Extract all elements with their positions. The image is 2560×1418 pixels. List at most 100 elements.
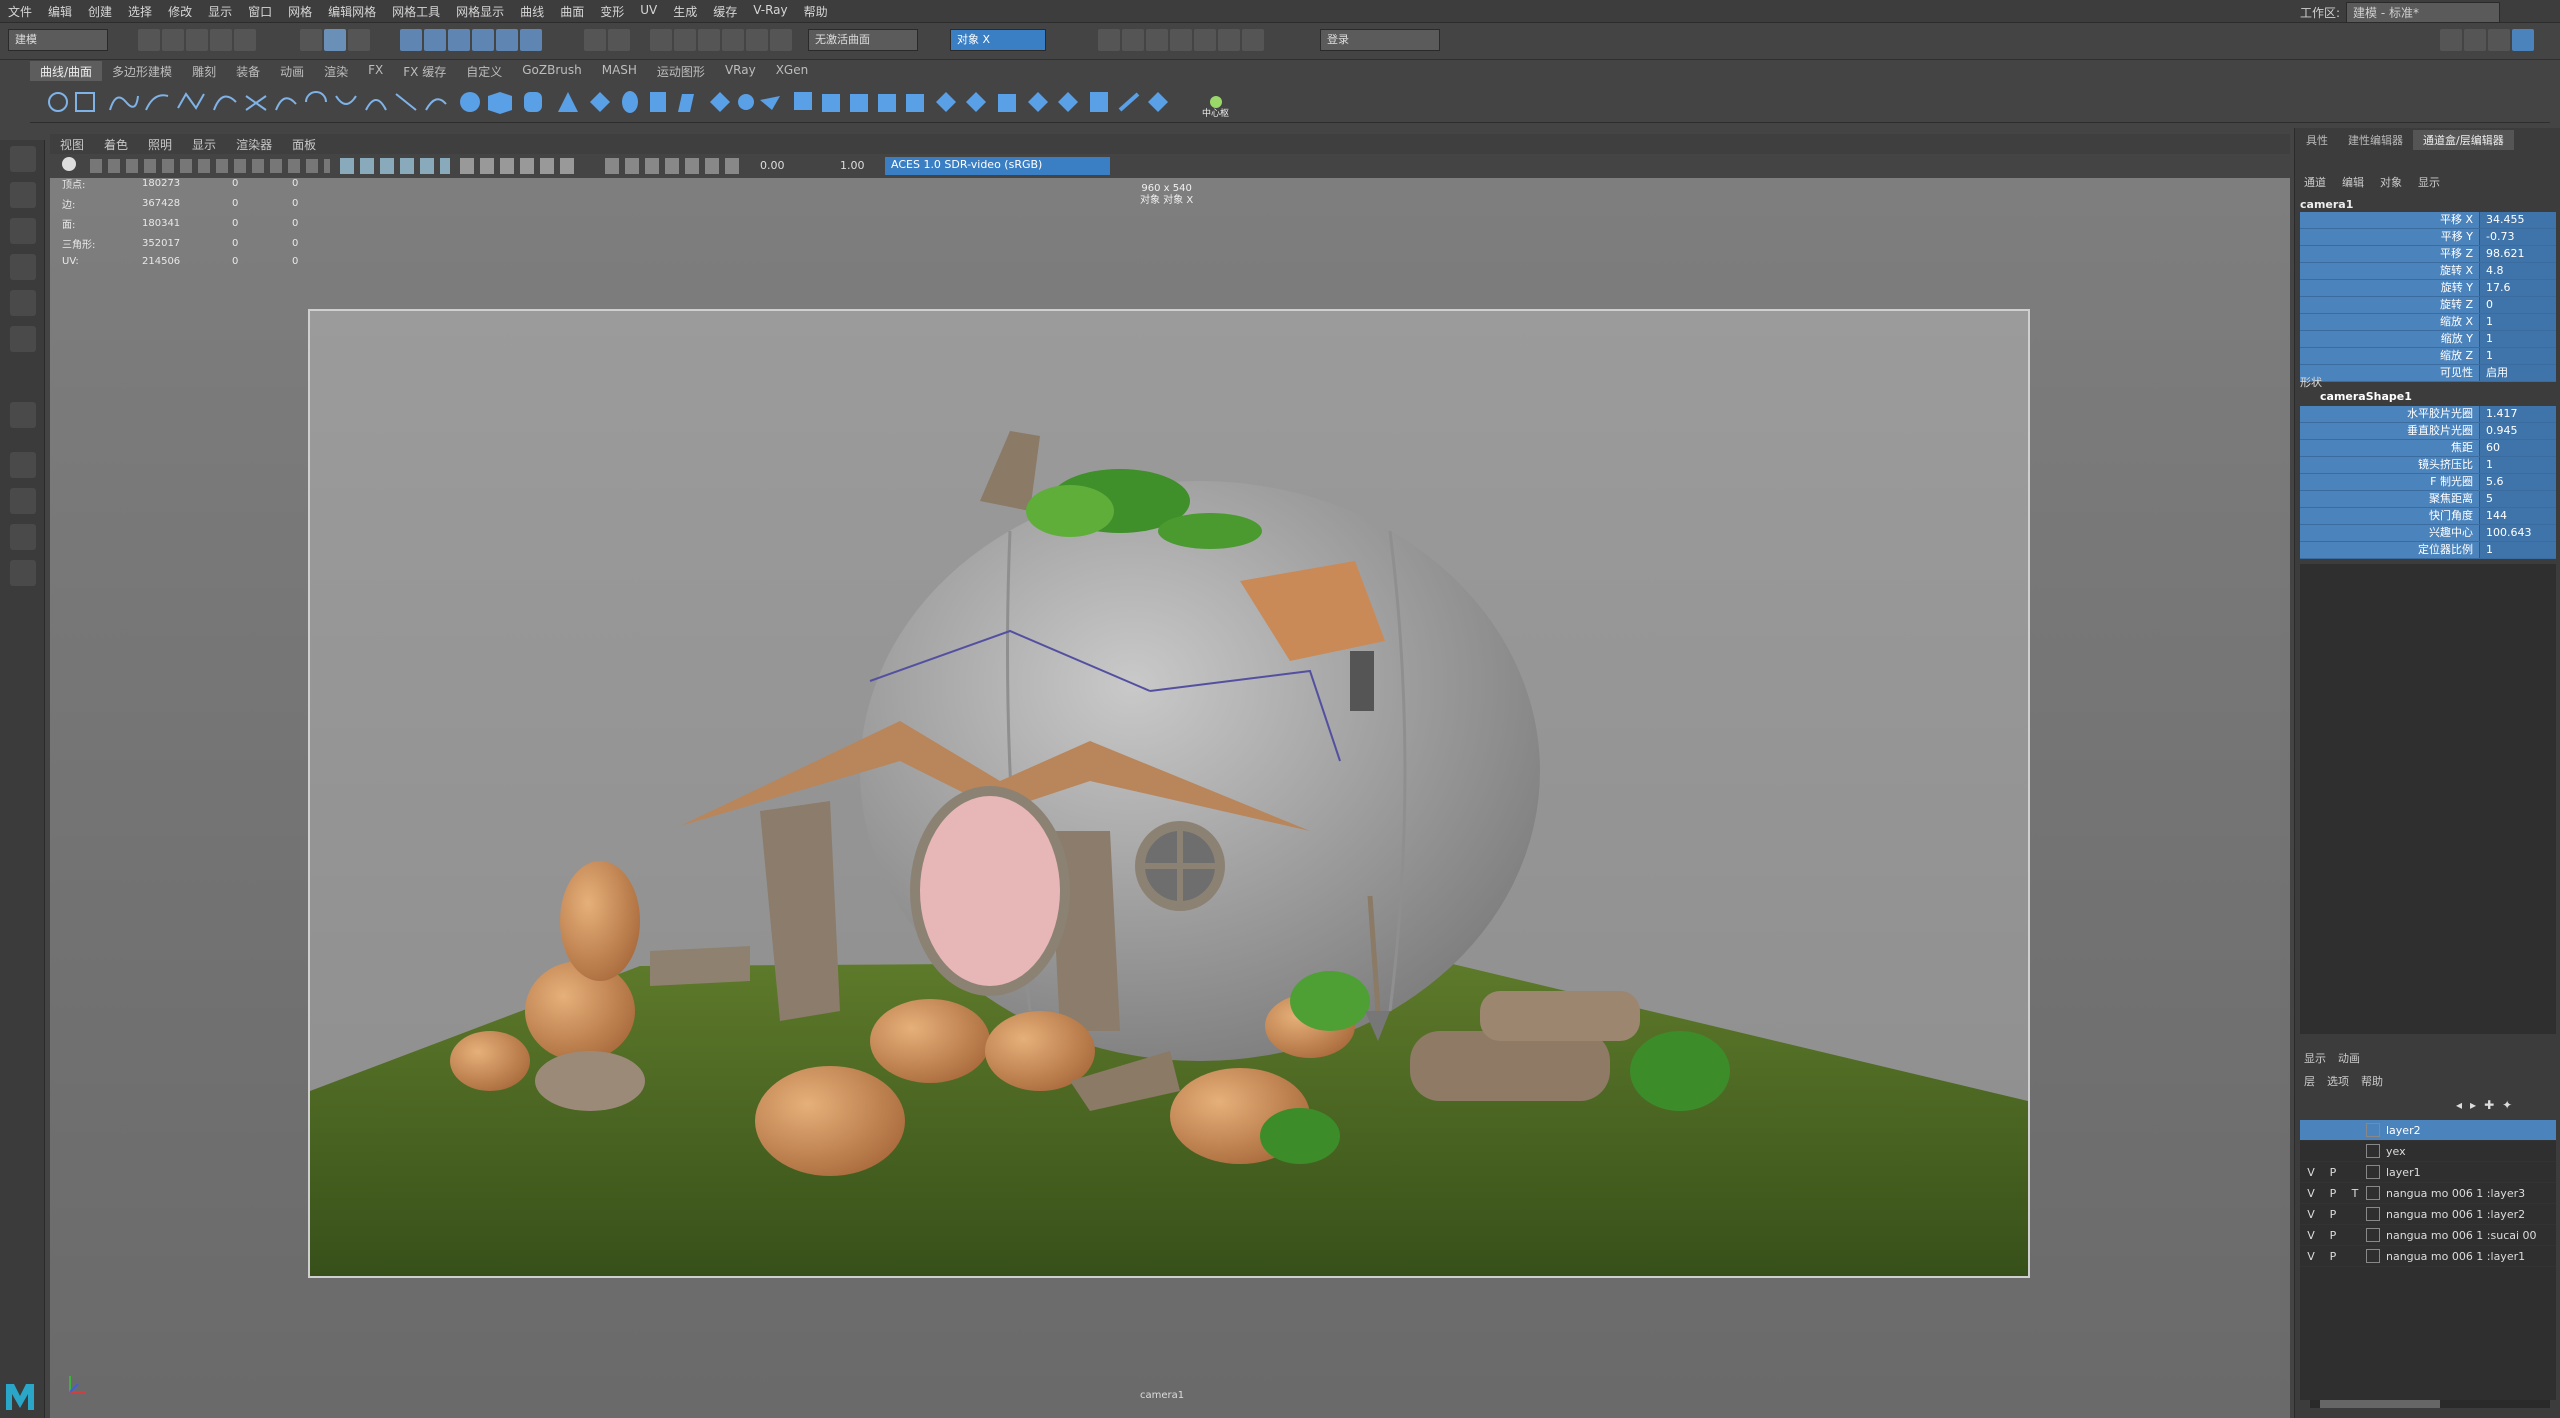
menu-item[interactable]: 网格 xyxy=(280,3,320,20)
channel-label[interactable]: 旋转 Y xyxy=(2300,280,2479,296)
channel-box-menu-item[interactable]: 编辑 xyxy=(2342,174,2364,190)
channel-label[interactable]: 缩放 Y xyxy=(2300,331,2479,347)
gamma-field[interactable]: 1.00 xyxy=(840,159,865,172)
login-dropdown[interactable]: 登录 xyxy=(1320,29,1440,51)
snap-view-icon[interactable] xyxy=(472,29,494,51)
channel-value[interactable]: 0 xyxy=(2479,297,2556,313)
persp-outliner-icon[interactable] xyxy=(10,524,36,550)
menu-item[interactable]: 文件 xyxy=(0,3,40,20)
layer-row[interactable]: yex xyxy=(2300,1141,2556,1162)
channel-value[interactable]: -0.73 xyxy=(2479,229,2556,245)
panel-menu-item[interactable]: 视图 xyxy=(50,136,94,153)
channel-value[interactable]: 34.455 xyxy=(2479,212,2556,228)
shelf-tab[interactable]: GoZBrush xyxy=(512,61,592,81)
channel-value[interactable]: 1 xyxy=(2479,314,2556,330)
scale-tool-icon[interactable] xyxy=(10,326,36,352)
outliner-icon[interactable] xyxy=(10,560,36,586)
panel-menu-item[interactable]: 渲染器 xyxy=(226,136,282,153)
hypershade-icon[interactable] xyxy=(1194,29,1216,51)
channel-value[interactable]: 启用 xyxy=(2479,365,2556,381)
move-layer-up-icon[interactable]: ◂ xyxy=(2456,1098,2462,1112)
layer-color-swatch[interactable] xyxy=(2366,1207,2380,1221)
menu-item[interactable]: 网格显示 xyxy=(448,3,512,20)
shelf-tab[interactable]: 曲线/曲面 xyxy=(30,61,103,81)
construction-history-icon[interactable] xyxy=(650,29,672,51)
channel-row[interactable]: 焦距 60 xyxy=(2300,440,2556,457)
layer-color-swatch[interactable] xyxy=(2366,1144,2380,1158)
render-sequence-icon[interactable] xyxy=(1122,29,1144,51)
layer-color-swatch[interactable] xyxy=(2366,1228,2380,1242)
channel-row[interactable]: 聚焦距离 5 xyxy=(2300,491,2556,508)
layer-playback-toggle[interactable]: P xyxy=(2322,1187,2344,1200)
channel-label[interactable]: 平移 Y xyxy=(2300,229,2479,245)
channel-value[interactable]: 1 xyxy=(2479,542,2556,558)
attribute-editor-icon[interactable] xyxy=(2464,29,2486,51)
layer-color-swatch[interactable] xyxy=(2366,1165,2380,1179)
shelf-tab[interactable]: 动画 xyxy=(270,61,314,81)
menu-set-dropdown[interactable]: 建模 xyxy=(8,29,108,51)
menu-item[interactable]: UV xyxy=(632,3,665,20)
modeling-toolkit-icon[interactable] xyxy=(2440,29,2462,51)
menu-item[interactable]: 编辑 xyxy=(40,3,80,20)
menu-item[interactable]: 选择 xyxy=(120,3,160,20)
input-ops-icon[interactable] xyxy=(608,29,630,51)
layer-type-toggle[interactable]: T xyxy=(2344,1187,2366,1200)
tool-settings-icon[interactable] xyxy=(2488,29,2510,51)
link-icon[interactable] xyxy=(746,29,768,51)
paint-select-icon[interactable] xyxy=(10,218,36,244)
channel-value[interactable]: 5 xyxy=(2479,491,2556,507)
channel-row[interactable]: 旋转 X 4.8 xyxy=(2300,263,2556,280)
layer-playback-toggle[interactable]: P xyxy=(2322,1250,2344,1263)
layer-visibility-toggle[interactable]: V xyxy=(2300,1229,2322,1242)
channel-label[interactable]: 旋转 Z xyxy=(2300,297,2479,313)
layer-row[interactable]: V Pnangua mo 006 1 :layer1 xyxy=(2300,1246,2556,1267)
channel-box-tab[interactable]: 建性编辑器 xyxy=(2338,130,2413,150)
channel-value[interactable]: 1 xyxy=(2479,348,2556,364)
layer-row[interactable]: V Pnangua mo 006 1 :sucai 00 xyxy=(2300,1225,2556,1246)
unlink-icon[interactable] xyxy=(770,29,792,51)
channel-row[interactable]: 定位器比例 1 xyxy=(2300,542,2556,559)
color-space-dropdown[interactable]: ACES 1.0 SDR-video (sRGB) xyxy=(885,157,1110,175)
last-tool-icon[interactable] xyxy=(10,402,36,428)
move-tool-icon[interactable] xyxy=(10,254,36,280)
channel-label[interactable]: 缩放 Z xyxy=(2300,348,2479,364)
channel-label[interactable]: 镜头挤压比 xyxy=(2300,457,2479,473)
channel-row[interactable]: 垂直胶片光圈 0.945 xyxy=(2300,423,2556,440)
snap-curve-icon[interactable] xyxy=(424,29,446,51)
ipr-render-icon[interactable] xyxy=(1146,29,1168,51)
layer-editor-menu-item[interactable]: 帮助 xyxy=(2361,1073,2383,1089)
channel-row[interactable]: 旋转 Z0 xyxy=(2300,297,2556,314)
menu-item[interactable]: 曲面 xyxy=(552,3,592,20)
channel-label[interactable]: 旋转 X xyxy=(2300,263,2479,279)
shelf-tab[interactable]: VRay xyxy=(715,61,766,81)
undo-icon[interactable] xyxy=(210,29,232,51)
exposure-field[interactable]: 0.00 xyxy=(760,159,785,172)
select-camera-icon[interactable] xyxy=(62,157,76,171)
channel-row[interactable]: 兴趣中心 100.643 xyxy=(2300,525,2556,542)
channel-row[interactable]: 平移 Z 98.621 xyxy=(2300,246,2556,263)
channel-value[interactable]: 60 xyxy=(2479,440,2556,456)
channel-row[interactable]: F 制光圈 5.6 xyxy=(2300,474,2556,491)
menu-item[interactable]: V-Ray xyxy=(745,3,795,20)
layer-playback-toggle[interactable]: P xyxy=(2322,1229,2344,1242)
layer-row[interactable]: V Pnangua mo 006 1 :layer2 xyxy=(2300,1204,2556,1225)
scroll-thumb[interactable] xyxy=(2320,1400,2440,1408)
snap-point-icon[interactable] xyxy=(448,29,470,51)
channel-label[interactable]: 可见性 xyxy=(2300,365,2479,381)
four-view-icon[interactable] xyxy=(10,488,36,514)
layer-row[interactable]: V P Tnangua mo 006 1 :layer3 xyxy=(2300,1183,2556,1204)
channel-row[interactable]: 缩放 Y1 xyxy=(2300,331,2556,348)
channel-box-menu-item[interactable]: 显示 xyxy=(2418,174,2440,190)
select-by-object-icon[interactable] xyxy=(324,29,346,51)
symmetry-dropdown[interactable]: 对象 X xyxy=(950,29,1046,51)
menu-item[interactable]: 生成 xyxy=(665,3,705,20)
channel-label[interactable]: 水平胶片光圈 xyxy=(2300,406,2479,422)
channel-value[interactable]: 100.643 xyxy=(2479,525,2556,541)
layer-color-swatch[interactable] xyxy=(2366,1123,2380,1137)
channel-row[interactable]: 可见性 启用 xyxy=(2300,365,2556,382)
workspace-dropdown[interactable]: 建模 - 标准* xyxy=(2346,2,2500,23)
shelf-tab[interactable]: FX xyxy=(358,61,393,81)
lasso-tool-icon[interactable] xyxy=(10,182,36,208)
channel-value[interactable]: 1 xyxy=(2479,457,2556,473)
channel-value[interactable]: 1.417 xyxy=(2479,406,2556,422)
